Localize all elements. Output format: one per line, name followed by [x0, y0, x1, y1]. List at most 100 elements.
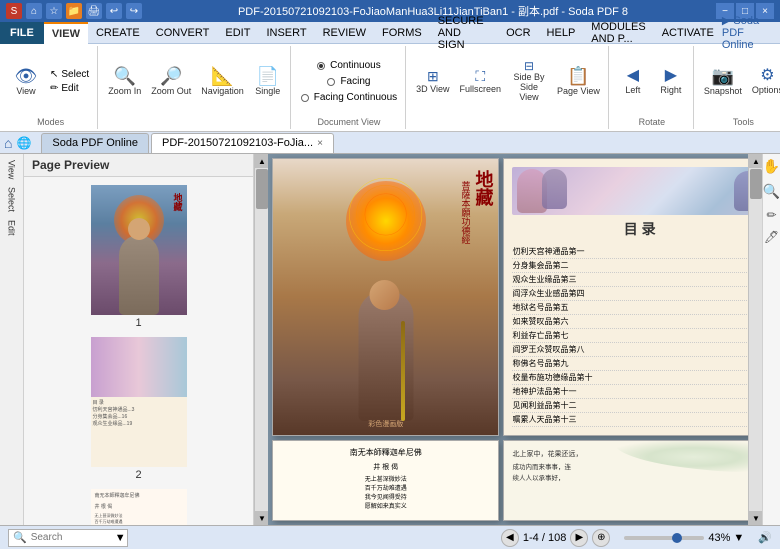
toc-item-name: 分身集会品第二 — [512, 260, 568, 271]
options-button[interactable]: ⚙ Options — [748, 66, 780, 97]
edit-mode-side-button[interactable]: Edit — [5, 218, 19, 238]
pdf-document-tab[interactable]: PDF-20150721092103-FoJia... × — [151, 133, 334, 153]
view-mode-button[interactable]: 👁 View — [8, 65, 44, 98]
buddha-head — [369, 280, 399, 310]
view-icon: 👁 — [15, 67, 38, 85]
speaker-icon[interactable]: 🔊 — [758, 531, 772, 544]
pdf-page-4[interactable]: 北上家中，花果还远， 成功内而来事事，连 续人人以承事好， — [503, 440, 776, 521]
home-nav-icon[interactable]: ⌂ — [4, 135, 12, 151]
redo-icon-btn[interactable]: ↪ — [126, 3, 142, 19]
modules-menu-item[interactable]: MODULES AND P... — [583, 22, 653, 44]
page-2-artwork — [91, 337, 187, 397]
toc-item: 阎浮众生业感品第四25 — [512, 287, 767, 301]
zoom-thumb[interactable] — [672, 533, 682, 543]
star-icon-btn[interactable]: ☆ — [46, 3, 62, 19]
pdf-page-2[interactable]: 目 录 忉利天宫神通品第一3分身集会品第二16观众生业缘品第三19阎浮众生业感品… — [503, 158, 776, 436]
ocr-menu-item[interactable]: OCR — [498, 22, 538, 44]
soda-online-tab[interactable]: Soda PDF Online — [41, 133, 149, 153]
preview-scrollbar[interactable]: ▲ ▼ — [254, 154, 268, 525]
scroll-down-button[interactable]: ▼ — [255, 511, 269, 525]
toc-item: 利益存亡品第七51 — [512, 329, 767, 343]
home-icon-btn[interactable]: ⌂ — [26, 3, 42, 19]
create-menu-item[interactable]: CREATE — [88, 22, 148, 44]
snapshot-button[interactable]: 📷 Snapshot — [700, 65, 746, 98]
folder-icon-btn[interactable]: 📁 — [66, 3, 82, 19]
content-scroll-up[interactable]: ▲ — [749, 154, 763, 168]
content-scroll-down[interactable]: ▼ — [749, 511, 763, 525]
modes-group: 👁 View ↖ Select ✏ Edit Modes — [4, 46, 98, 129]
search-dropdown-icon[interactable]: ▼ — [115, 532, 126, 544]
page-3-text: 南无本師釋迦牟尼佛 井 根 偈 无上甚深微妙法 百千万劫难遭遇 — [95, 493, 183, 524]
page-2-thumb[interactable]: 目 录 忉利天宫神通品...3 分身集会品...16 观众生业缘品...19 2 — [91, 337, 187, 481]
globe-nav-icon[interactable]: 🌐 — [16, 136, 31, 150]
facing-button[interactable]: Facing — [323, 75, 374, 88]
edit-mode-button[interactable]: ✏ Edit — [46, 82, 93, 95]
page-view-button[interactable]: 📋 Page View — [553, 65, 604, 98]
file-menu-button[interactable]: FILE — [0, 22, 44, 44]
fullscreen-button[interactable]: ⛶ Fullscreen — [456, 67, 506, 96]
soda-icon: S — [6, 3, 22, 19]
tab-close-button[interactable]: × — [317, 138, 323, 149]
facing-continuous-radio — [301, 94, 309, 102]
page-2-image: 目 录 忉利天宫神通品...3 分身集会品...16 观众生业缘品...19 — [91, 337, 187, 467]
navigation-button[interactable]: 📐 Navigation — [197, 65, 248, 98]
pdf-page-1[interactable]: 地藏 菩薩本願功德經 彩色漫画版 — [272, 158, 499, 436]
content-scroll-thumb[interactable] — [750, 169, 762, 199]
activate-menu-item[interactable]: ACTIVATE — [654, 22, 722, 44]
next-page-button[interactable]: ▶ — [570, 529, 588, 547]
modes-panel: View Select Edit — [0, 154, 24, 525]
insert-menu-item[interactable]: INSERT — [258, 22, 314, 44]
help-menu-item[interactable]: HELP — [539, 22, 584, 44]
hand-tool-button[interactable]: ✋ — [763, 158, 780, 175]
select-mode-side-button[interactable]: Select — [5, 185, 19, 214]
scroll-up-button[interactable]: ▲ — [255, 154, 269, 168]
tab-label-pdf: PDF-20150721092103-FoJia... — [162, 137, 313, 149]
select-mode-button[interactable]: ↖ Select — [46, 68, 93, 81]
page-1-thumb[interactable]: 地藏 1 — [91, 185, 187, 329]
zoom-slider[interactable] — [624, 536, 704, 540]
fit-page-button[interactable]: ⊕ — [592, 529, 610, 547]
zoom-in-button[interactable]: 🔍 Zoom In — [104, 65, 145, 98]
toc-header: 目 录 — [512, 219, 767, 239]
view-menu-item[interactable]: VIEW — [44, 22, 88, 44]
toc-item: 观众生业缘品第三19 — [512, 273, 767, 287]
pen-tool-button[interactable]: ✏ — [766, 208, 776, 222]
single-page-icon: 📄 — [257, 67, 279, 85]
page-3-thumb[interactable]: 南无本師釋迦牟尼佛 井 根 偈 无上甚深微妙法 百千万劫难遭遇 3 — [91, 489, 187, 525]
facing-continuous-button[interactable]: Facing Continuous — [297, 91, 401, 104]
zoom-out-button[interactable]: 🔎 Zoom Out — [147, 65, 195, 98]
status-bar: 🔍 ▼ ◀ 1-4 / 108 ▶ ⊕ 43% ▼ 🔊 — [0, 525, 780, 549]
scroll-thumb[interactable] — [256, 169, 268, 209]
document-view-group: Continuous Facing Facing Continuous Docu… — [293, 46, 406, 129]
view-mode-side-button[interactable]: View — [5, 158, 19, 181]
search-container[interactable]: 🔍 ▼ — [8, 529, 128, 547]
single-view-button[interactable]: 📄 Single — [250, 65, 286, 98]
highlight-tool-button[interactable]: 🖊 — [764, 230, 779, 244]
toc-item: 分身集会品第二16 — [512, 259, 767, 273]
zoom-level-label[interactable]: 43% ▼ — [708, 532, 744, 544]
zoom-container: 43% ▼ — [624, 532, 744, 544]
pdf-page-3[interactable]: 南无本師釋迦牟尼佛 井 根 偈 无上甚深微妙法 百千万劫难遭遇 我今见闻得受持 … — [272, 440, 499, 521]
undo-icon-btn[interactable]: ↩ — [106, 3, 122, 19]
rotate-right-button[interactable]: ▶ Right — [653, 66, 689, 97]
continuous-button[interactable]: Continuous — [313, 59, 385, 72]
side-by-side-button[interactable]: ⊟ Side By Side View — [507, 58, 551, 105]
edit-menu-item[interactable]: EDIT — [217, 22, 258, 44]
prev-page-button[interactable]: ◀ — [501, 529, 519, 547]
toc-item: 如来赞叹品第六42 — [512, 315, 767, 329]
toc-item-name: 地狱名号品第五 — [512, 302, 568, 313]
review-menu-item[interactable]: REVIEW — [315, 22, 374, 44]
bottom-pages-row: 南无本師釋迦牟尼佛 井 根 偈 无上甚深微妙法 百千万劫难遭遇 我今见闻得受持 … — [272, 440, 776, 521]
menu-bar: FILE VIEW CREATE CONVERT EDIT INSERT REV… — [0, 22, 780, 44]
page-preview-content[interactable]: 地藏 1 目 录 忉利天宫神通品...3 分身集会品...16 观众生业缘品..… — [24, 177, 253, 525]
rotate-left-button[interactable]: ◀ Left — [615, 66, 651, 97]
3d-view-button[interactable]: ⊞ 3D View — [412, 67, 453, 96]
view-mode-tools: ⊞ 3D View ⛶ Fullscreen ⊟ Side By Side Vi… — [412, 48, 604, 115]
secure-menu-item[interactable]: SECURE AND SIGN — [430, 22, 498, 44]
print-icon-btn[interactable]: 🖨 — [86, 3, 102, 19]
forms-menu-item[interactable]: FORMS — [374, 22, 430, 44]
convert-menu-item[interactable]: CONVERT — [148, 22, 218, 44]
zoom-tool-button[interactable]: 🔍 — [763, 183, 780, 200]
search-input[interactable] — [31, 532, 111, 543]
toc-item-name: 见闻利益品第十二 — [512, 400, 576, 411]
